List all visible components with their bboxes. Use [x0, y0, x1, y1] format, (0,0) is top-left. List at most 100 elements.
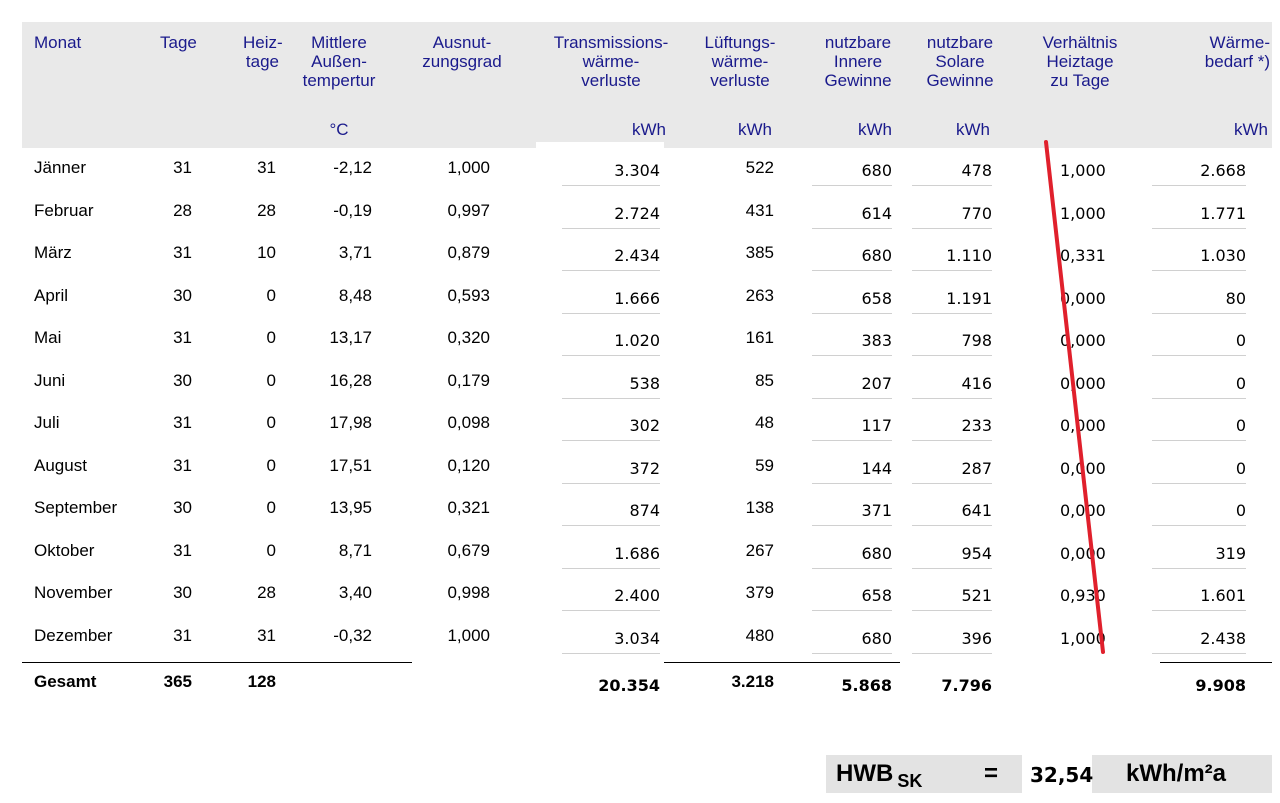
- total-bedarf: 9.908: [1195, 676, 1246, 695]
- cell-temp: -0,19: [333, 200, 372, 220]
- cell-solar: 521: [961, 586, 992, 605]
- cell-underline: [912, 567, 992, 569]
- cell-temp: -0,32: [333, 625, 372, 645]
- cell-lueft: 263: [745, 285, 774, 305]
- cell-bedarf: 1.771: [1200, 203, 1246, 223]
- cell-temp: -2,12: [333, 158, 372, 177]
- cell-monat: März: [34, 243, 72, 262]
- hwb-value: 32,54: [1030, 763, 1094, 787]
- col-header-transmission: Transmissions- wärme- verluste kWh: [553, 33, 669, 139]
- total-monat: Gesamt: [34, 672, 97, 691]
- cell-inner: 371: [861, 501, 892, 520]
- cell-underline: [1152, 227, 1246, 229]
- cell-trans: 1.686: [614, 543, 660, 563]
- cell-ausnutz: 1,000: [447, 158, 490, 177]
- cell-temp: 3,71: [338, 243, 372, 262]
- cell-underline: [812, 185, 892, 186]
- cell-monat: April: [34, 285, 69, 305]
- cell-underline: [562, 525, 660, 526]
- cell-inner: 680: [861, 628, 892, 648]
- cell-lueft: 480: [745, 625, 774, 645]
- cell-heiztage: 0: [266, 413, 276, 432]
- cell-verh: 1,000: [1060, 161, 1106, 180]
- total-trans: 20.354: [598, 676, 660, 695]
- total-tage: 365: [163, 672, 192, 691]
- cell-underline: [812, 440, 892, 441]
- cell-tage: 31: [173, 158, 192, 177]
- cell-heiztage: 0: [266, 540, 276, 560]
- cell-underline: [912, 312, 992, 314]
- cell-monat: Februar: [34, 200, 94, 220]
- cell-bedarf: 2.438: [1200, 628, 1246, 648]
- hwb-label: HWB SK: [836, 760, 923, 791]
- cell-heiztage: 10: [257, 243, 276, 262]
- cell-tage: 30: [173, 583, 192, 602]
- cell-underline: [912, 355, 992, 356]
- cell-ausnutz: 0,679: [447, 540, 490, 560]
- cell-temp: 3,40: [338, 583, 372, 602]
- cell-verh: 0,000: [1060, 458, 1106, 478]
- cell-verh: 0,000: [1060, 288, 1106, 308]
- col-header-waermebedarf: Wärme- bedarf *) kWh: [1204, 33, 1270, 139]
- cell-temp: 17,51: [329, 455, 372, 475]
- cell-solar: 798: [961, 331, 992, 350]
- cell-ausnutz: 0,321: [447, 498, 490, 517]
- cell-ausnutz: 0,098: [447, 413, 490, 432]
- cell-heiztage: 0: [266, 370, 276, 390]
- cell-verh: 0,000: [1060, 416, 1106, 435]
- cell-tage: 31: [173, 328, 192, 347]
- cell-temp: 13,95: [329, 498, 372, 517]
- cell-bedarf: 0: [1235, 331, 1246, 350]
- col-header-monat: Monat: [34, 33, 82, 52]
- cell-solar: 233: [961, 416, 992, 435]
- cell-underline: [912, 397, 992, 399]
- cell-ausnutz: 0,593: [447, 285, 490, 305]
- col-header-lueftung: Lüftungs- wärme- verluste kWh: [704, 33, 776, 139]
- cell-ausnutz: 0,320: [447, 328, 490, 347]
- cell-underline: [812, 355, 892, 356]
- cell-bedarf: 0: [1235, 416, 1246, 435]
- cell-underline: [562, 227, 660, 229]
- col-header-ausnutzungsgrad: Ausnut- zungsgrad: [422, 33, 502, 71]
- cell-monat: Dezember: [34, 625, 113, 645]
- cell-underline: [562, 610, 660, 611]
- cell-tage: 31: [173, 413, 192, 432]
- cell-solar: 287: [961, 458, 992, 478]
- cell-underline: [912, 227, 992, 229]
- cell-trans: 1.666: [614, 288, 660, 308]
- cell-underline: [1152, 355, 1246, 356]
- cell-ausnutz: 0,879: [447, 243, 490, 262]
- cell-ausnutz: 0,179: [447, 370, 490, 390]
- cell-inner: 117: [861, 416, 892, 435]
- cell-temp: 8,71: [338, 540, 372, 560]
- cell-underline: [562, 482, 660, 484]
- cell-underline: [562, 270, 660, 271]
- cell-bedarf: 319: [1215, 543, 1246, 563]
- cell-underline: [1152, 610, 1246, 611]
- cell-monat: Jänner: [34, 158, 86, 177]
- cell-lueft: 267: [745, 540, 774, 560]
- cell-heiztage: 0: [266, 455, 276, 475]
- cell-tage: 30: [173, 370, 192, 390]
- total-separator-mid: [664, 662, 900, 663]
- total-lueft: 3.218: [731, 672, 774, 691]
- cell-inner: 144: [861, 458, 892, 478]
- cell-underline: [912, 482, 992, 484]
- cell-monat: November: [34, 583, 113, 602]
- cell-underline: [912, 185, 992, 186]
- cell-underline: [812, 525, 892, 526]
- cell-underline: [812, 270, 892, 271]
- cell-underline: [1152, 185, 1246, 186]
- cell-lueft: 59: [755, 455, 774, 475]
- cell-inner: 658: [861, 288, 892, 308]
- cell-underline: [812, 652, 892, 654]
- cell-underline: [812, 567, 892, 569]
- cell-solar: 954: [961, 543, 992, 563]
- cell-lueft: 522: [745, 158, 774, 177]
- cell-underline: [912, 652, 992, 654]
- cell-lueft: 48: [755, 413, 774, 432]
- cell-verh: 0,331: [1060, 246, 1106, 265]
- cell-solar: 1.110: [946, 246, 992, 265]
- cell-verh: 0,000: [1060, 543, 1106, 563]
- cell-tage: 30: [173, 285, 192, 305]
